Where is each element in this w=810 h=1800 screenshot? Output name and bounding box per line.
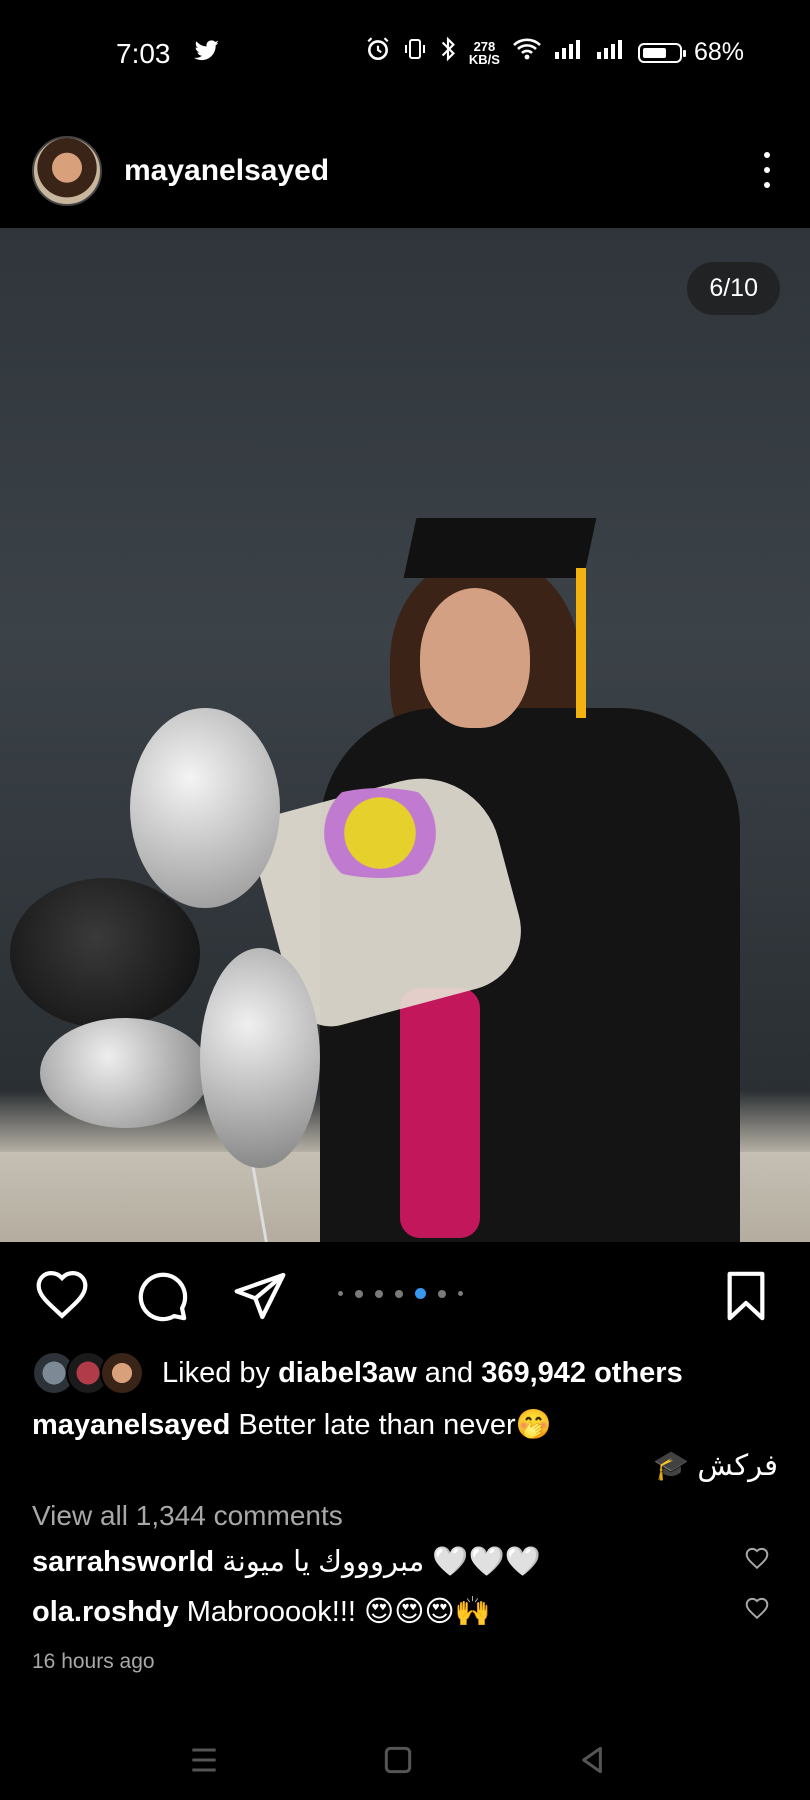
likes-others[interactable]: 369,942 others bbox=[481, 1357, 683, 1389]
action-bar bbox=[0, 1262, 810, 1332]
post-header: mayanelsayed bbox=[0, 130, 810, 220]
avatar[interactable] bbox=[32, 136, 102, 206]
view-all-comments-link[interactable]: View all 1,344 comments bbox=[32, 1500, 343, 1532]
comment-username[interactable]: sarrahsworld bbox=[32, 1546, 214, 1578]
likes-middle: and bbox=[416, 1356, 482, 1389]
photo-person-dress bbox=[400, 988, 480, 1238]
comment-heart-icon[interactable] bbox=[744, 1546, 770, 1570]
wifi-icon bbox=[512, 37, 542, 68]
photo-tassel bbox=[576, 568, 586, 718]
carousel-dot bbox=[375, 1289, 383, 1298]
carousel-dot bbox=[338, 1291, 343, 1296]
likes-row[interactable]: Liked by diabel3aw and 369,942 others bbox=[32, 1348, 683, 1398]
carousel-dot-active bbox=[415, 1288, 426, 1299]
status-icons: 278 KB/S 68% bbox=[365, 36, 744, 69]
signal-icon-2 bbox=[596, 38, 626, 67]
bluetooth-icon bbox=[439, 36, 457, 69]
share-icon[interactable] bbox=[232, 1268, 288, 1324]
likes-text: Liked by diabel3aw and 369,942 others bbox=[162, 1357, 683, 1390]
battery-icon bbox=[637, 42, 686, 63]
caption-second-line: فركش 🎓 bbox=[653, 1450, 778, 1482]
photo-balloon bbox=[40, 1018, 210, 1128]
twitter-icon bbox=[194, 40, 220, 67]
comment-username[interactable]: ola.roshdy bbox=[32, 1596, 179, 1628]
photo-graduation-cap bbox=[403, 518, 597, 578]
caption-text: Better late than never🤭 bbox=[238, 1409, 552, 1441]
post-username[interactable]: mayanelsayed bbox=[124, 154, 329, 188]
vibrate-icon bbox=[403, 37, 427, 68]
network-speed-value: 278 bbox=[473, 38, 496, 54]
battery-percent: 68% bbox=[693, 38, 744, 66]
bookmark-icon[interactable] bbox=[718, 1268, 774, 1324]
comment-item: sarrahsworld مبروووك يا ميونة 🤍🤍🤍 bbox=[32, 1544, 541, 1579]
photo-flowers bbox=[290, 788, 470, 878]
carousel-dot bbox=[355, 1289, 363, 1298]
comment-heart-icon[interactable] bbox=[744, 1596, 770, 1620]
liker-username[interactable]: diabel3aw bbox=[278, 1357, 417, 1389]
battery-fill bbox=[642, 47, 666, 58]
carousel-dot bbox=[395, 1289, 403, 1298]
carousel-dots bbox=[338, 1288, 463, 1299]
more-dot bbox=[764, 182, 770, 188]
back-icon[interactable] bbox=[572, 1740, 612, 1780]
carousel-dot bbox=[458, 1291, 463, 1296]
caption-username[interactable]: mayanelsayed bbox=[32, 1409, 230, 1441]
likes-prefix: Liked by bbox=[162, 1356, 279, 1389]
status-time: 7:03 bbox=[116, 38, 171, 69]
comment-text: مبروووك يا ميونة 🤍🤍🤍 bbox=[222, 1546, 541, 1578]
home-icon[interactable] bbox=[378, 1740, 418, 1780]
post-photo[interactable]: 6/10 bbox=[0, 228, 810, 1242]
signal-icon bbox=[554, 38, 584, 67]
comment-text: Mabrooook!!! 😍😍😍🙌 bbox=[186, 1596, 491, 1628]
status-bar: 7:03 278 KB/S 68% bbox=[0, 0, 810, 110]
menu-icon[interactable] bbox=[184, 1740, 224, 1780]
comment-icon[interactable] bbox=[134, 1268, 190, 1324]
carousel-dot bbox=[438, 1289, 446, 1298]
more-dot bbox=[764, 167, 770, 173]
photo-balloon bbox=[10, 878, 200, 1028]
avatar bbox=[100, 1351, 144, 1395]
photo-balloon bbox=[200, 948, 320, 1168]
network-speed-unit: KB/S bbox=[468, 51, 500, 67]
heart-icon[interactable] bbox=[34, 1268, 90, 1324]
liker-avatars bbox=[32, 1351, 144, 1395]
post-time-ago: 16 hours ago bbox=[32, 1650, 155, 1673]
system-nav-bar bbox=[0, 1720, 810, 1800]
photo-balloon bbox=[130, 708, 280, 908]
caption: mayanelsayed Better late than never🤭 bbox=[32, 1408, 552, 1442]
more-options-icon[interactable] bbox=[762, 152, 772, 188]
network-speed: 278 KB/S bbox=[469, 40, 500, 66]
photo-background-wall bbox=[0, 228, 810, 268]
photo-counter: 6/10 bbox=[687, 262, 780, 315]
comment-item: ola.roshdy Mabrooook!!! 😍😍😍🙌 bbox=[32, 1594, 491, 1629]
more-dot bbox=[764, 152, 770, 158]
alarm-icon bbox=[365, 36, 391, 69]
photo-person-face bbox=[420, 588, 530, 728]
